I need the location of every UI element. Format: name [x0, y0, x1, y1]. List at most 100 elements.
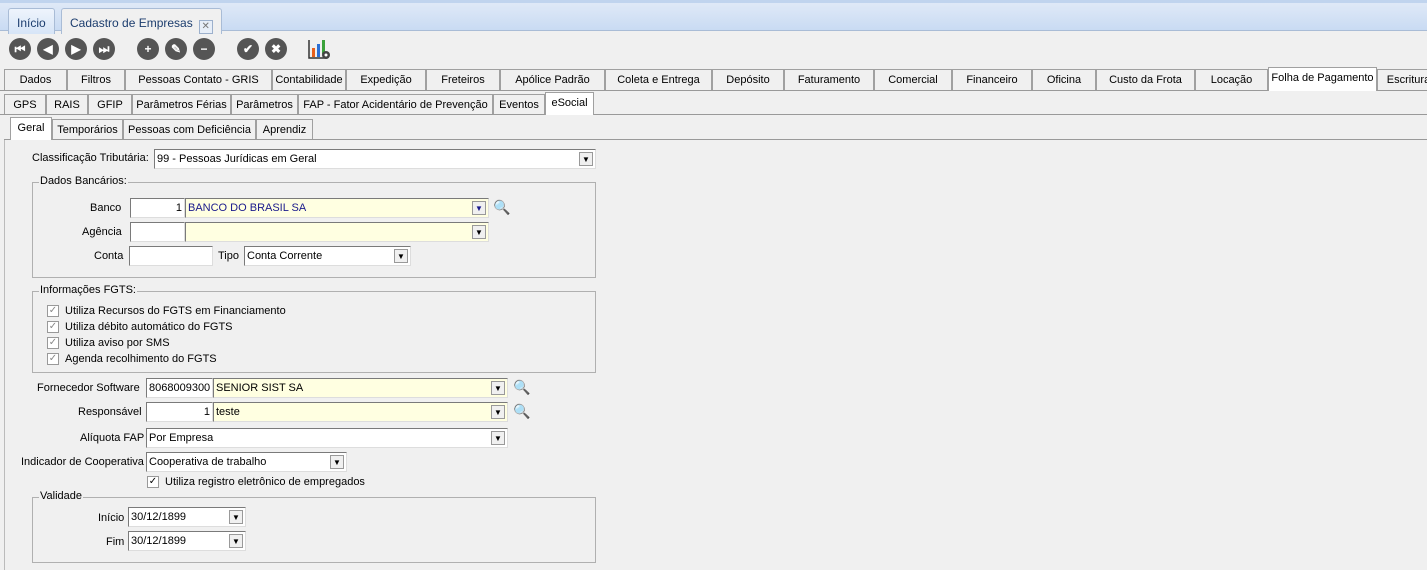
chevron-down-icon[interactable]: ▼	[472, 201, 486, 215]
tab-aprendiz[interactable]: Aprendiz	[256, 119, 313, 139]
chevron-down-icon[interactable]: ▼	[394, 249, 408, 263]
select-value: BANCO DO BRASIL SA	[188, 202, 307, 214]
fornecedor-name-select[interactable]: SENIOR SIST SA ▼	[213, 378, 508, 398]
fornecedor-label: Fornecedor Software	[37, 382, 140, 394]
group-legend: Validade	[39, 490, 83, 502]
responsavel-label: Responsável	[78, 406, 142, 418]
classificacao-select[interactable]: 99 - Pessoas Jurídicas em Geral ▼	[154, 149, 596, 169]
search-icon[interactable]: 🔍	[513, 403, 530, 420]
tab-oficina[interactable]: Oficina	[1032, 69, 1096, 90]
confirm-button[interactable]: ✔	[237, 38, 259, 60]
delete-button[interactable]: −	[193, 38, 215, 60]
chevron-down-icon[interactable]: ▼	[491, 381, 505, 395]
fim-label: Fim	[106, 536, 125, 548]
chevron-down-icon[interactable]: ▼	[330, 455, 344, 469]
tab-coleta-e-entrega[interactable]: Coleta e Entrega	[605, 69, 712, 90]
fgts-checkbox-label: Utiliza aviso por SMS	[65, 337, 170, 349]
close-tab-icon[interactable]: ✕	[198, 20, 213, 34]
next-record-button[interactable]: ▶	[65, 38, 87, 60]
fgts-checkbox-label: Utiliza débito automático do FGTS	[65, 321, 233, 333]
last-record-button[interactable]: ⏭	[93, 38, 115, 60]
fgts-checkbox[interactable]: ✓	[47, 337, 59, 349]
previous-record-button[interactable]: ◀	[37, 38, 59, 60]
sub-tab-bar: GPS RAIS GFIP Parâmetros Férias Parâmetros FA…	[0, 92, 1427, 115]
fornecedor-code-input[interactable]: 8068009300	[146, 378, 213, 398]
conta-input[interactable]	[129, 246, 213, 266]
fgts-checkbox-label: Utiliza Recursos do FGTS em Financiament…	[65, 305, 286, 317]
tipo-select[interactable]: Conta Corrente ▼	[244, 246, 411, 266]
conta-label: Conta	[94, 250, 124, 262]
registro-eletronico-checkbox[interactable]: ✓	[147, 476, 159, 488]
tab-temporarios[interactable]: Temporários	[52, 119, 123, 139]
doc-tab-cadastro-empresas[interactable]: Cadastro de Empresas ✕	[61, 8, 222, 34]
tab-label: Início	[17, 16, 46, 30]
chevron-down-icon[interactable]: ▼	[491, 431, 505, 445]
tab-pessoas-contato-gris[interactable]: Pessoas Contato - GRIS	[125, 69, 272, 90]
search-icon[interactable]: 🔍	[513, 379, 530, 396]
tab-parametros-ferias[interactable]: Parâmetros Férias	[132, 94, 231, 114]
inicio-date-picker[interactable]: 30/12/1899 ▼	[128, 507, 246, 527]
tab-financeiro[interactable]: Financeiro	[952, 69, 1032, 90]
tab-geral[interactable]: Geral	[10, 117, 52, 140]
classificacao-label: Classificação Tributária:	[32, 152, 149, 164]
tab-locacao[interactable]: Locação	[1195, 69, 1268, 90]
banco-label: Banco	[90, 202, 122, 214]
doc-tab-inicio[interactable]: Início	[8, 8, 55, 34]
agencia-code-input[interactable]	[130, 222, 185, 242]
tab-gps[interactable]: GPS	[4, 94, 46, 114]
responsavel-name-select[interactable]: teste ▼	[213, 402, 508, 422]
tipo-label: Tipo	[218, 250, 239, 262]
fgts-checkbox[interactable]: ✓	[47, 321, 59, 333]
tab-filtros[interactable]: Filtros	[67, 69, 125, 90]
tab-rais[interactable]: RAIS	[46, 94, 88, 114]
tab-dados[interactable]: Dados	[4, 69, 67, 90]
tab-escritura[interactable]: Escritura	[1377, 69, 1427, 90]
tab-comercial[interactable]: Comercial	[874, 69, 952, 90]
banco-name-select[interactable]: BANCO DO BRASIL SA ▼	[185, 198, 489, 218]
chevron-down-icon[interactable]: ▼	[229, 534, 243, 548]
agencia-name-select[interactable]: ▼	[185, 222, 489, 242]
tab-apolice-padrao[interactable]: Apólice Padrão	[500, 69, 605, 90]
select-value: 99 - Pessoas Jurídicas em Geral	[157, 153, 317, 165]
tab-expedicao[interactable]: Expedição	[346, 69, 426, 90]
fgts-checkbox[interactable]: ✓	[47, 305, 59, 317]
fim-date-picker[interactable]: 30/12/1899 ▼	[128, 531, 246, 551]
responsavel-code-input[interactable]: 1	[146, 402, 213, 422]
cooperativa-label: Indicador de Cooperativa	[21, 456, 144, 468]
first-record-button[interactable]: ⏮	[9, 38, 31, 60]
cancel-button[interactable]: ✖	[265, 38, 287, 60]
chevron-down-icon[interactable]: ▼	[472, 225, 486, 239]
tab-label: Cadastro de Empresas	[70, 16, 193, 30]
tab-pessoas-com-deficiencia[interactable]: Pessoas com Deficiência	[123, 119, 256, 139]
select-value: Por Empresa	[149, 432, 214, 444]
validade-group: Validade	[32, 490, 596, 563]
tab-custo-da-frota[interactable]: Custo da Frota	[1096, 69, 1195, 90]
chevron-down-icon[interactable]: ▼	[229, 510, 243, 524]
tab-contabilidade[interactable]: Contabilidade	[272, 69, 346, 90]
tab-folha-de-pagamento[interactable]: Folha de Pagamento	[1268, 67, 1377, 91]
tab-faturamento[interactable]: Faturamento	[784, 69, 874, 90]
tab-eventos[interactable]: Eventos	[493, 94, 545, 114]
fgts-checkbox-label: Agenda recolhimento do FGTS	[65, 353, 217, 365]
cooperativa-select[interactable]: Cooperativa de trabalho ▼	[146, 452, 347, 472]
select-value: Cooperativa de trabalho	[149, 456, 267, 468]
edit-button[interactable]: ✎	[165, 38, 187, 60]
aliquota-select[interactable]: Por Empresa ▼	[146, 428, 508, 448]
chart-settings-icon[interactable]	[307, 38, 331, 60]
tab-gfip[interactable]: GFIP	[88, 94, 132, 114]
search-icon[interactable]: 🔍	[493, 199, 510, 216]
fgts-checkbox[interactable]: ✓	[47, 353, 59, 365]
tab-freteiros[interactable]: Freteiros	[426, 69, 500, 90]
esocial-tab-bar: Geral Temporários Pessoas com Deficiência A…	[4, 117, 1427, 140]
tab-deposito[interactable]: Depósito	[712, 69, 784, 90]
date-value: 30/12/1899	[131, 511, 187, 523]
aliquota-label: Alíquota FAP	[80, 432, 145, 444]
banco-code-input[interactable]: 1	[130, 198, 185, 218]
add-button[interactable]: +	[137, 38, 159, 60]
tab-esocial[interactable]: eSocial	[545, 92, 594, 115]
tab-parametros[interactable]: Parâmetros	[231, 94, 298, 114]
document-tab-bar: Início Cadastro de Empresas ✕	[0, 0, 1427, 34]
chevron-down-icon[interactable]: ▼	[579, 152, 593, 166]
tab-fap-fator-acidentario-de-prevencao[interactable]: FAP - Fator Acidentário de Prevenção	[298, 94, 493, 114]
chevron-down-icon[interactable]: ▼	[491, 405, 505, 419]
